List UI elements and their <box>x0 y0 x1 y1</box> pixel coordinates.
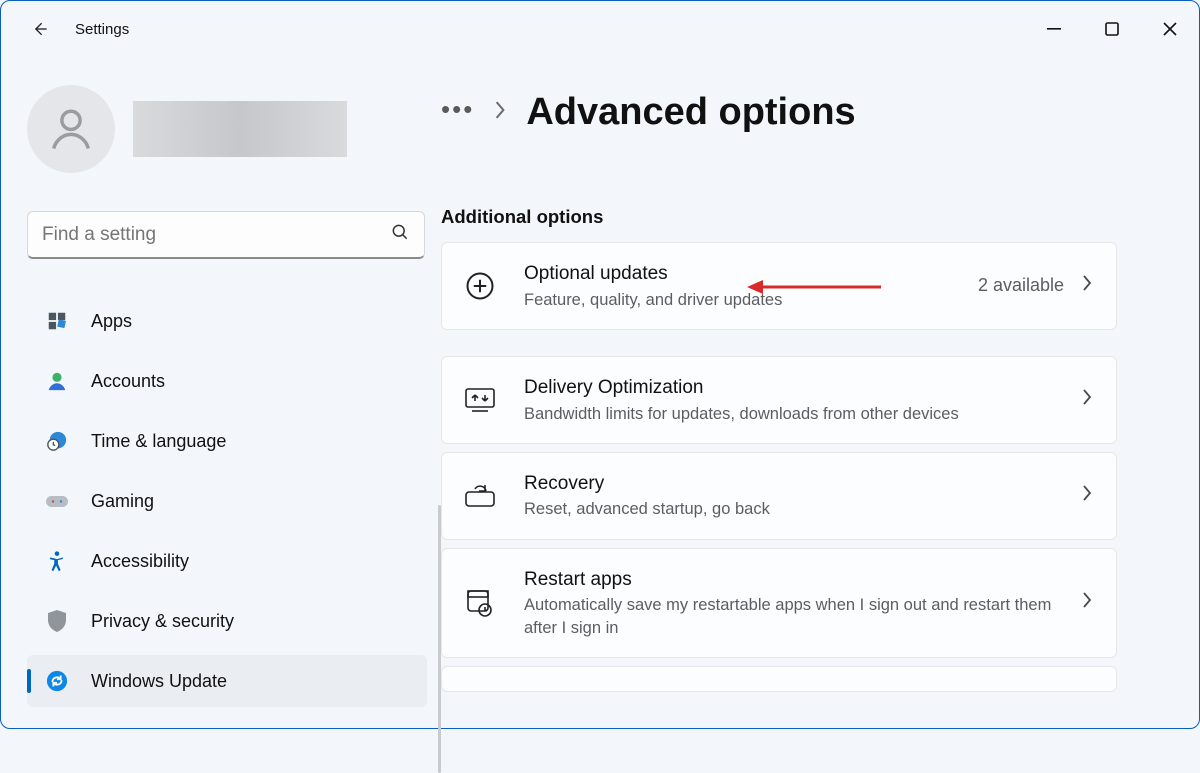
card-restart-apps[interactable]: Restart apps Automatically save my resta… <box>441 548 1117 658</box>
chevron-right-icon <box>1082 389 1092 410</box>
apps-icon <box>45 309 69 333</box>
card-recovery[interactable]: Recovery Reset, advanced startup, go bac… <box>441 452 1117 540</box>
sidebar: Apps Accounts Time & language <box>1 57 441 728</box>
breadcrumb: ••• Advanced options <box>441 91 1163 134</box>
card-subtitle: Bandwidth limits for updates, downloads … <box>524 403 1058 425</box>
sidebar-item-windows-update[interactable]: Windows Update <box>27 655 427 707</box>
card-trail-text: 2 available <box>978 275 1064 296</box>
sidebar-item-label: Time & language <box>91 431 226 452</box>
gaming-icon <box>45 489 69 513</box>
sidebar-item-gaming[interactable]: Gaming <box>27 475 427 527</box>
card-title: Delivery Optimization <box>524 375 1058 401</box>
search-input[interactable] <box>42 224 390 246</box>
main-content: ••• Advanced options Additional options … <box>441 57 1199 728</box>
titlebar: Settings <box>1 1 1199 57</box>
sidebar-item-label: Accounts <box>91 371 165 392</box>
sidebar-item-label: Apps <box>91 311 132 332</box>
sidebar-item-label: Privacy & security <box>91 611 234 632</box>
shield-icon <box>45 609 69 633</box>
sidebar-item-accessibility[interactable]: Accessibility <box>27 535 427 587</box>
card-subtitle: Reset, advanced startup, go back <box>524 498 1058 520</box>
chevron-right-icon <box>1082 275 1092 296</box>
accounts-icon <box>45 369 69 393</box>
recovery-icon <box>460 482 500 510</box>
user-block[interactable] <box>27 85 427 173</box>
sidebar-item-apps[interactable]: Apps <box>27 295 427 347</box>
avatar <box>27 85 115 173</box>
close-button[interactable] <box>1141 9 1199 49</box>
search-icon <box>390 222 410 247</box>
plus-circle-icon <box>460 271 500 301</box>
chevron-right-icon <box>1082 592 1092 613</box>
time-language-icon <box>45 429 69 453</box>
sidebar-item-label: Gaming <box>91 491 154 512</box>
card-partial[interactable] <box>441 666 1117 692</box>
chevron-right-icon <box>494 101 506 124</box>
user-name <box>133 101 347 157</box>
card-title: Optional updates <box>524 261 954 287</box>
sidebar-nav: Apps Accounts Time & language <box>27 295 427 707</box>
card-title: Restart apps <box>524 567 1058 593</box>
card-subtitle: Automatically save my restartable apps w… <box>524 594 1058 639</box>
card-optional-updates[interactable]: Optional updates Feature, quality, and d… <box>441 242 1117 330</box>
section-header: Additional options <box>441 206 1163 228</box>
delivery-optimization-icon <box>460 387 500 413</box>
back-button[interactable] <box>23 12 57 46</box>
sidebar-item-time-language[interactable]: Time & language <box>27 415 427 467</box>
sidebar-item-label: Accessibility <box>91 551 189 572</box>
window-title: Settings <box>75 21 129 38</box>
chevron-right-icon <box>1082 485 1092 506</box>
sidebar-item-label: Windows Update <box>91 671 227 692</box>
maximize-button[interactable] <box>1083 9 1141 49</box>
card-subtitle: Feature, quality, and driver updates <box>524 289 954 311</box>
breadcrumb-ellipsis[interactable]: ••• <box>441 96 474 130</box>
restart-apps-icon <box>460 588 500 618</box>
windows-update-icon <box>45 669 69 693</box>
accessibility-icon <box>45 549 69 573</box>
sidebar-item-accounts[interactable]: Accounts <box>27 355 427 407</box>
window-controls <box>1025 9 1199 49</box>
sidebar-item-privacy-security[interactable]: Privacy & security <box>27 595 427 647</box>
search-box[interactable] <box>27 211 425 259</box>
page-title: Advanced options <box>526 91 855 134</box>
card-delivery-optimization[interactable]: Delivery Optimization Bandwidth limits f… <box>441 356 1117 444</box>
card-title: Recovery <box>524 471 1058 497</box>
minimize-button[interactable] <box>1025 9 1083 49</box>
